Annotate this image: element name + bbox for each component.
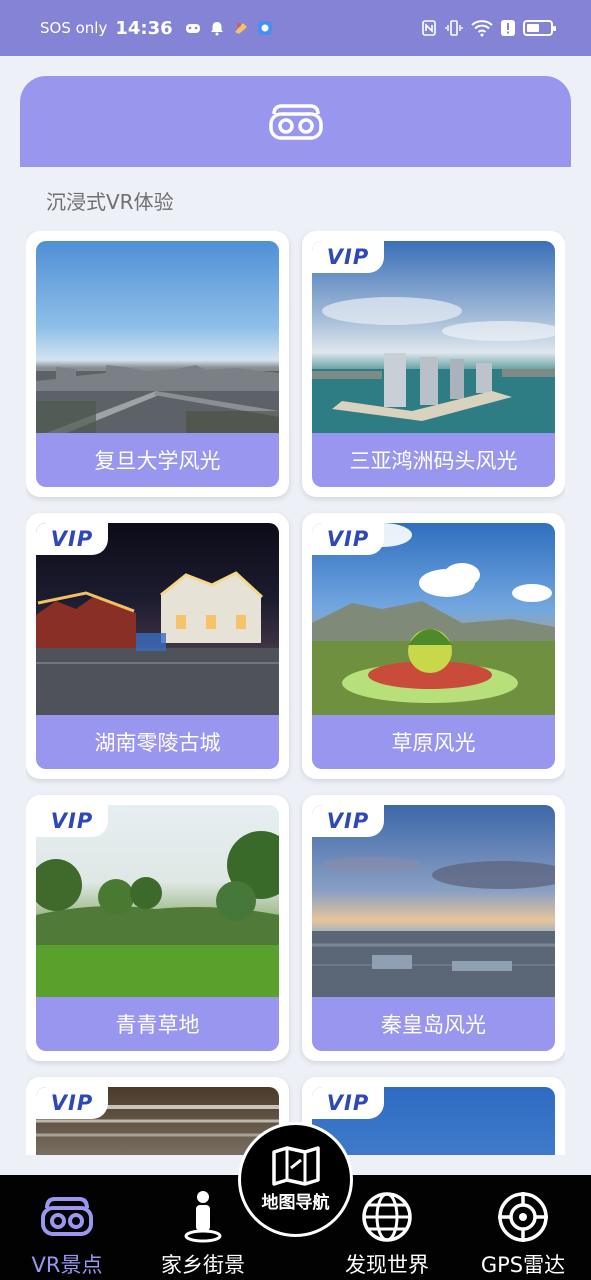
vip-badge: VIP [312, 1087, 384, 1119]
vibrate-icon [445, 20, 463, 36]
card-inner: VIP 秦皇岛风光 [312, 805, 555, 1051]
wifi-icon [471, 20, 493, 37]
vip-badge: VIP [36, 523, 108, 555]
card-inner: VIP 三亚鸿洲码头风光 [312, 241, 555, 487]
nav-vr-spots[interactable]: VR景点 [22, 1175, 112, 1280]
card-inner: 复旦大学风光 [36, 241, 279, 487]
status-right [421, 19, 556, 37]
card-label: 复旦大学风光 [36, 433, 279, 487]
nav-icon-wrap [39, 1189, 95, 1245]
scenic-photo [36, 241, 279, 433]
nav-label: 发现世界 [345, 1253, 429, 1277]
scenic-card-8[interactable]: VIP [302, 1077, 565, 1155]
card-inner: VIP 青青草地 [36, 805, 279, 1051]
nav-icon-wrap [361, 1189, 413, 1245]
nav-label: 家乡街景 [161, 1253, 245, 1277]
vip-badge: VIP [312, 523, 384, 555]
card-label: 青青草地 [36, 997, 279, 1051]
nav-label: GPS雷达 [480, 1253, 566, 1277]
scenic-card-lawn[interactable]: VIP 青青草地 [26, 795, 289, 1061]
card-inner: VIP 草原风光 [312, 523, 555, 769]
card-label: 草原风光 [312, 715, 555, 769]
person-pin-icon [184, 1191, 222, 1243]
folded-map-icon [271, 1146, 320, 1186]
scenic-card-sanya[interactable]: VIP 三亚鸿洲码头风光 [302, 231, 565, 497]
city-skyline-illustration [36, 365, 279, 433]
header-banner [20, 76, 571, 167]
section-title: 沉浸式VR体验 [46, 190, 174, 214]
status-left: SOS only 14:36 [40, 18, 273, 39]
globe-icon [362, 1192, 412, 1242]
vip-badge: VIP [312, 805, 384, 837]
map-navigation-button[interactable]: 地图导航 [238, 1122, 353, 1237]
vip-badge: VIP [312, 241, 384, 273]
nav-icon-wrap [183, 1189, 223, 1245]
bell-icon [210, 22, 223, 36]
carrier-text: SOS only [40, 19, 108, 37]
card-label: 湖南零陵古城 [36, 715, 279, 769]
game-controller-icon [185, 24, 200, 33]
vr-headset-icon [268, 103, 323, 140]
alert-icon [501, 20, 515, 36]
battery-icon [523, 20, 556, 36]
card-inner: VIP [36, 1087, 279, 1155]
card-inner: VIP [312, 1087, 555, 1155]
battery-level [527, 24, 539, 32]
scenic-spot-grid: 复旦大学风光 VIP 三亚鸿洲码头风光 VIP 湖南零陵古城 VIP 草原风光 … [26, 231, 565, 1155]
radar-target-icon [498, 1192, 548, 1242]
scenic-card-fudan[interactable]: 复旦大学风光 [26, 231, 289, 497]
clock: 14:36 [115, 17, 173, 39]
vr-headset-icon [41, 1197, 93, 1236]
nfc-icon [422, 20, 436, 36]
card-label: 三亚鸿洲码头风光 [312, 433, 555, 487]
blue-app-icon [257, 21, 272, 35]
nav-discover-world[interactable]: 发现世界 [338, 1175, 436, 1280]
scenic-card-lingling[interactable]: VIP 湖南零陵古城 [26, 513, 289, 779]
nav-label: VR景点 [31, 1253, 103, 1277]
app-notification-icon [234, 23, 247, 34]
nav-label: 地图导航 [261, 1193, 330, 1213]
scenic-card-qinhuangdao[interactable]: VIP 秦皇岛风光 [302, 795, 565, 1061]
nav-icon-wrap [497, 1189, 549, 1245]
card-inner: VIP 湖南零陵古城 [36, 523, 279, 769]
vip-badge: VIP [36, 805, 108, 837]
vip-badge: VIP [36, 1087, 108, 1119]
scenic-card-grassland[interactable]: VIP 草原风光 [302, 513, 565, 779]
nav-gps-radar[interactable]: GPS雷达 [474, 1175, 572, 1280]
card-label: 秦皇岛风光 [312, 997, 555, 1051]
status-bar: SOS only 14:36 [0, 0, 591, 56]
